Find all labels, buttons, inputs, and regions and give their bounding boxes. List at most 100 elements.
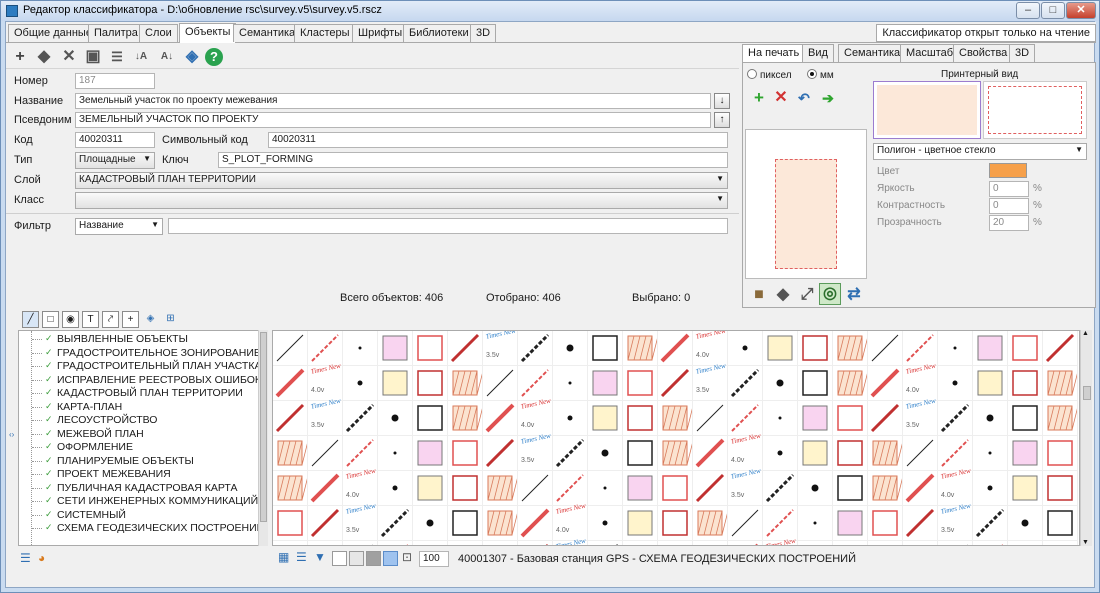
symbol-cell[interactable] [273, 401, 308, 436]
symbol-cell[interactable]: Times New4.0v [343, 467, 378, 506]
symbol-cell[interactable] [728, 541, 763, 545]
symbol-cell[interactable] [588, 471, 623, 506]
symbol-cell[interactable] [903, 506, 938, 541]
minimize-button[interactable]: – [1016, 2, 1040, 19]
symbol-cell[interactable] [273, 436, 309, 471]
symbol-cell[interactable] [343, 331, 378, 366]
symbol-cell[interactable] [413, 541, 448, 545]
symbol-cell[interactable] [658, 331, 693, 366]
symbol-cell[interactable] [833, 471, 868, 506]
symbol-cell[interactable] [553, 331, 588, 366]
symbol-cell[interactable] [448, 401, 484, 436]
tree-item[interactable]: МЕЖЕВОЙ ПЛАН [19, 428, 144, 442]
symbol-cell[interactable] [588, 436, 623, 471]
symbol-cell[interactable] [1008, 541, 1043, 545]
layer-select[interactable]: КАДАСТРОВЫЙ ПЛАН ТЕРРИТОРИИ ▼ [75, 172, 728, 189]
symbol-cell[interactable] [798, 366, 833, 401]
symbol-cell[interactable] [1043, 541, 1078, 545]
symbol-cell[interactable] [343, 541, 378, 545]
symbol-cell[interactable] [518, 331, 553, 366]
symbol-cell[interactable]: Times New4.0v [553, 502, 588, 541]
symbol-cell[interactable] [728, 401, 763, 436]
symbol-cell[interactable] [833, 436, 868, 471]
text-tool-icon[interactable]: T [82, 311, 99, 328]
tree-item[interactable]: КАРТА-ПЛАН [19, 401, 122, 415]
symbol-cell[interactable] [588, 331, 623, 366]
filter-icon[interactable]: ▼ [314, 550, 326, 564]
tree-item[interactable]: СХЕМА ГЕОДЕЗИЧЕСКИХ ПОСТРОЕНИЙ [19, 522, 264, 536]
symbol-cell[interactable] [798, 471, 833, 506]
symbol-cell[interactable] [518, 471, 553, 506]
symbol-cell[interactable] [833, 366, 869, 401]
symbol-cell[interactable] [308, 541, 343, 545]
symbol-cell[interactable] [483, 541, 518, 545]
tab-fonts[interactable]: Шрифты [352, 24, 409, 42]
class-select[interactable]: ▼ [75, 192, 728, 209]
symbol-cell[interactable]: Times New3.5v [343, 502, 378, 541]
symbol-cell[interactable] [693, 401, 728, 436]
contrast-field[interactable]: 0 [989, 198, 1029, 214]
scroll-down-icon[interactable]: ▼ [1082, 539, 1089, 546]
symbol-cell[interactable] [308, 506, 343, 541]
symbol-cell[interactable] [1043, 506, 1078, 541]
symbol-cell[interactable] [798, 401, 833, 436]
symbol-cell[interactable] [1043, 331, 1078, 366]
tree-item[interactable]: ГРАДОСТРОИТЕЛЬНОЕ ЗОНИРОВАНИЕ [19, 347, 261, 361]
bg-light-swatch[interactable] [349, 551, 364, 566]
fill-type-select[interactable]: Полигон - цветное стекло ▼ [873, 143, 1087, 160]
symbol-cell[interactable] [623, 471, 658, 506]
symbol-cell[interactable] [868, 506, 903, 541]
symbol-cell[interactable] [833, 401, 868, 436]
symbol-cell[interactable] [273, 506, 308, 541]
symbol-cell[interactable] [868, 366, 903, 401]
symbol-cell[interactable] [868, 541, 903, 545]
filter-field-select[interactable]: Название ▼ [75, 218, 163, 235]
symbol-cell[interactable] [938, 541, 973, 545]
symbol-cell[interactable] [378, 401, 413, 436]
symbol-cell[interactable] [658, 436, 694, 471]
symbol-cell[interactable] [413, 331, 448, 366]
tab-objects[interactable]: Объекты [179, 23, 237, 43]
symbol-cell[interactable] [1043, 436, 1078, 471]
symbol-cell[interactable] [518, 541, 553, 545]
palette-icon[interactable]: ◕ [38, 551, 45, 565]
symbol-cell[interactable] [973, 471, 1008, 506]
square-tool-icon[interactable]: □ [42, 311, 59, 328]
fit-icon[interactable]: ◎ [819, 283, 841, 305]
close-button[interactable]: ✕ [1066, 2, 1096, 19]
undo-icon[interactable]: ↶ [794, 88, 814, 108]
symbol-cell[interactable] [413, 471, 448, 506]
symbol-cell[interactable] [483, 401, 518, 436]
symbol-cell[interactable] [588, 366, 623, 401]
layers-icon[interactable]: ◈ [142, 311, 159, 328]
symbol-cell[interactable]: Times New4.0v [693, 331, 728, 366]
symbol-cell[interactable]: Times New3.5v [903, 397, 938, 436]
tree-item[interactable]: ПРОЕКТ МЕЖЕВАНИЯ [19, 468, 171, 482]
template-tool-icon[interactable]: + [122, 311, 139, 328]
symbol-cell[interactable] [868, 471, 904, 506]
scroll-thumb[interactable] [1083, 386, 1091, 400]
splitter-arrow-icon[interactable]: ‹› [9, 430, 14, 439]
symbol-cell[interactable] [273, 331, 308, 366]
symbol-cell[interactable] [1008, 506, 1043, 541]
grid-scrollbar[interactable]: ▲ ▼ [1080, 330, 1092, 546]
symbol-cell[interactable]: Times New3.5v [483, 331, 518, 366]
link-icon[interactable]: ◆ [34, 47, 54, 67]
brightness-field[interactable]: 0 [989, 181, 1029, 197]
symbol-cell[interactable] [938, 436, 973, 471]
symbol-cell[interactable]: Times New3.5v [693, 362, 728, 401]
symbol-cell[interactable] [693, 541, 728, 545]
symbol-cell[interactable] [273, 541, 308, 545]
symbol-cell[interactable] [938, 366, 973, 401]
horizontal-scrollbar[interactable] [6, 572, 1096, 586]
symbol-cell[interactable] [308, 436, 343, 471]
symbol-cell[interactable] [728, 331, 763, 366]
symbol-cell[interactable] [798, 506, 833, 541]
symbol-cell[interactable] [588, 541, 623, 545]
tree-item[interactable]: КАДАСТРОВЫЙ ПЛАН ТЕРРИТОРИИ [19, 387, 243, 401]
tree-item[interactable]: ПУБЛИЧНАЯ КАДАСТРОВАЯ КАРТА [19, 482, 237, 496]
tree-item[interactable]: ИСПРАВЛЕНИЕ РЕЕСТРОВЫХ ОШИБОК [19, 374, 261, 388]
symbol-cell[interactable]: Times New3.5v [308, 397, 343, 436]
symbol-cell[interactable] [868, 331, 903, 366]
sort-alt-icon[interactable]: A↓ [157, 47, 177, 67]
